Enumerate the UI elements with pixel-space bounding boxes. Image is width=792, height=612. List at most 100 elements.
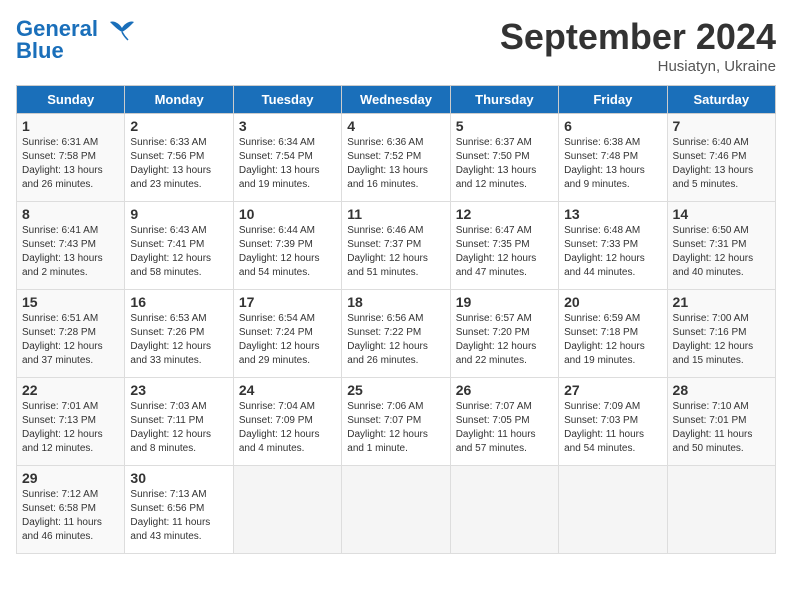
day-number: 16 [130,294,227,310]
day-info: Sunrise: 7:04 AM Sunset: 7:09 PM Dayligh… [239,400,336,456]
day-info: Sunrise: 6:46 AM Sunset: 7:37 PM Dayligh… [347,224,444,280]
day-number: 23 [130,382,227,398]
calendar-day-cell: 16 Sunrise: 6:53 AM Sunset: 7:26 PM Dayl… [125,290,233,378]
day-info: Sunrise: 7:12 AM Sunset: 6:58 PM Dayligh… [22,488,119,544]
calendar-day-cell [233,466,341,554]
day-number: 1 [22,118,119,134]
calendar-day-cell: 28 Sunrise: 7:10 AM Sunset: 7:01 PM Dayl… [667,378,775,466]
day-number: 15 [22,294,119,310]
day-number: 29 [22,470,119,486]
day-info: Sunrise: 6:43 AM Sunset: 7:41 PM Dayligh… [130,224,227,280]
day-info: Sunrise: 6:51 AM Sunset: 7:28 PM Dayligh… [22,312,119,368]
day-info: Sunrise: 6:54 AM Sunset: 7:24 PM Dayligh… [239,312,336,368]
calendar-day-cell: 7 Sunrise: 6:40 AM Sunset: 7:46 PM Dayli… [667,114,775,202]
calendar-day-cell: 23 Sunrise: 7:03 AM Sunset: 7:11 PM Dayl… [125,378,233,466]
calendar-day-cell: 8 Sunrise: 6:41 AM Sunset: 7:43 PM Dayli… [17,202,125,290]
calendar-day-cell [667,466,775,554]
day-info: Sunrise: 6:44 AM Sunset: 7:39 PM Dayligh… [239,224,336,280]
calendar-day-cell: 22 Sunrise: 7:01 AM Sunset: 7:13 PM Dayl… [17,378,125,466]
page-header: General Blue September 2024 Husiatyn, Uk… [16,16,776,75]
day-number: 18 [347,294,444,310]
calendar-day-cell [342,466,450,554]
calendar-header-row: Sunday Monday Tuesday Wednesday Thursday… [17,86,776,114]
day-info: Sunrise: 6:36 AM Sunset: 7:52 PM Dayligh… [347,136,444,192]
col-friday: Friday [559,86,667,114]
day-number: 12 [456,206,553,222]
day-info: Sunrise: 7:01 AM Sunset: 7:13 PM Dayligh… [22,400,119,456]
day-info: Sunrise: 6:47 AM Sunset: 7:35 PM Dayligh… [456,224,553,280]
col-wednesday: Wednesday [342,86,450,114]
calendar-day-cell: 24 Sunrise: 7:04 AM Sunset: 7:09 PM Dayl… [233,378,341,466]
calendar-day-cell: 19 Sunrise: 6:57 AM Sunset: 7:20 PM Dayl… [450,290,558,378]
day-number: 21 [673,294,770,310]
day-info: Sunrise: 6:41 AM Sunset: 7:43 PM Dayligh… [22,224,119,280]
calendar-day-cell: 12 Sunrise: 6:47 AM Sunset: 7:35 PM Dayl… [450,202,558,290]
col-monday: Monday [125,86,233,114]
day-number: 8 [22,206,119,222]
calendar-day-cell: 9 Sunrise: 6:43 AM Sunset: 7:41 PM Dayli… [125,202,233,290]
calendar-day-cell: 1 Sunrise: 6:31 AM Sunset: 7:58 PM Dayli… [17,114,125,202]
title-block: September 2024 Husiatyn, Ukraine [500,16,776,75]
logo-bird-icon [106,18,138,42]
calendar-day-cell: 27 Sunrise: 7:09 AM Sunset: 7:03 PM Dayl… [559,378,667,466]
day-number: 11 [347,206,444,222]
day-number: 14 [673,206,770,222]
day-number: 10 [239,206,336,222]
day-info: Sunrise: 6:40 AM Sunset: 7:46 PM Dayligh… [673,136,770,192]
day-info: Sunrise: 7:06 AM Sunset: 7:07 PM Dayligh… [347,400,444,456]
day-info: Sunrise: 6:33 AM Sunset: 7:56 PM Dayligh… [130,136,227,192]
day-number: 30 [130,470,227,486]
location: Husiatyn, Ukraine [500,58,776,75]
day-number: 24 [239,382,336,398]
col-tuesday: Tuesday [233,86,341,114]
day-number: 22 [22,382,119,398]
calendar-day-cell: 14 Sunrise: 6:50 AM Sunset: 7:31 PM Dayl… [667,202,775,290]
calendar-day-cell: 21 Sunrise: 7:00 AM Sunset: 7:16 PM Dayl… [667,290,775,378]
day-number: 2 [130,118,227,134]
calendar-day-cell: 15 Sunrise: 6:51 AM Sunset: 7:28 PM Dayl… [17,290,125,378]
logo-blue-text: Blue [16,38,64,64]
day-info: Sunrise: 6:59 AM Sunset: 7:18 PM Dayligh… [564,312,661,368]
calendar-day-cell: 3 Sunrise: 6:34 AM Sunset: 7:54 PM Dayli… [233,114,341,202]
day-info: Sunrise: 6:56 AM Sunset: 7:22 PM Dayligh… [347,312,444,368]
col-thursday: Thursday [450,86,558,114]
day-info: Sunrise: 7:09 AM Sunset: 7:03 PM Dayligh… [564,400,661,456]
day-number: 9 [130,206,227,222]
day-number: 26 [456,382,553,398]
day-info: Sunrise: 6:38 AM Sunset: 7:48 PM Dayligh… [564,136,661,192]
day-info: Sunrise: 6:31 AM Sunset: 7:58 PM Dayligh… [22,136,119,192]
day-info: Sunrise: 6:50 AM Sunset: 7:31 PM Dayligh… [673,224,770,280]
col-sunday: Sunday [17,86,125,114]
calendar-week-row: 1 Sunrise: 6:31 AM Sunset: 7:58 PM Dayli… [17,114,776,202]
calendar-day-cell: 11 Sunrise: 6:46 AM Sunset: 7:37 PM Dayl… [342,202,450,290]
day-info: Sunrise: 6:48 AM Sunset: 7:33 PM Dayligh… [564,224,661,280]
day-info: Sunrise: 7:07 AM Sunset: 7:05 PM Dayligh… [456,400,553,456]
day-number: 13 [564,206,661,222]
calendar-day-cell: 29 Sunrise: 7:12 AM Sunset: 6:58 PM Dayl… [17,466,125,554]
day-number: 20 [564,294,661,310]
day-info: Sunrise: 7:13 AM Sunset: 6:56 PM Dayligh… [130,488,227,544]
calendar-day-cell [559,466,667,554]
calendar-table: Sunday Monday Tuesday Wednesday Thursday… [16,85,776,554]
day-info: Sunrise: 7:00 AM Sunset: 7:16 PM Dayligh… [673,312,770,368]
day-number: 5 [456,118,553,134]
calendar-week-row: 22 Sunrise: 7:01 AM Sunset: 7:13 PM Dayl… [17,378,776,466]
calendar-day-cell: 5 Sunrise: 6:37 AM Sunset: 7:50 PM Dayli… [450,114,558,202]
day-number: 25 [347,382,444,398]
calendar-week-row: 8 Sunrise: 6:41 AM Sunset: 7:43 PM Dayli… [17,202,776,290]
month-title: September 2024 [500,16,776,58]
calendar-day-cell: 10 Sunrise: 6:44 AM Sunset: 7:39 PM Dayl… [233,202,341,290]
calendar-day-cell: 30 Sunrise: 7:13 AM Sunset: 6:56 PM Dayl… [125,466,233,554]
col-saturday: Saturday [667,86,775,114]
calendar-day-cell: 17 Sunrise: 6:54 AM Sunset: 7:24 PM Dayl… [233,290,341,378]
day-number: 28 [673,382,770,398]
day-number: 3 [239,118,336,134]
day-info: Sunrise: 6:34 AM Sunset: 7:54 PM Dayligh… [239,136,336,192]
calendar-week-row: 15 Sunrise: 6:51 AM Sunset: 7:28 PM Dayl… [17,290,776,378]
logo: General Blue [16,16,138,64]
calendar-day-cell: 26 Sunrise: 7:07 AM Sunset: 7:05 PM Dayl… [450,378,558,466]
day-info: Sunrise: 6:37 AM Sunset: 7:50 PM Dayligh… [456,136,553,192]
day-number: 27 [564,382,661,398]
calendar-day-cell: 20 Sunrise: 6:59 AM Sunset: 7:18 PM Dayl… [559,290,667,378]
calendar-week-row: 29 Sunrise: 7:12 AM Sunset: 6:58 PM Dayl… [17,466,776,554]
